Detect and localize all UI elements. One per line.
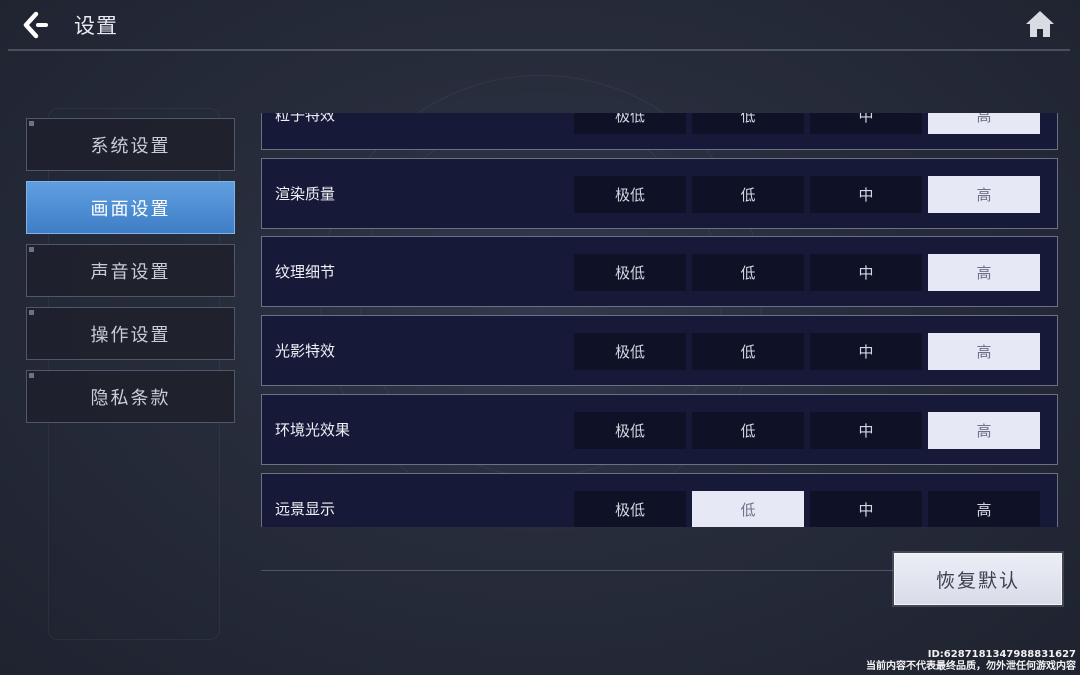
setting-row-particles: 粒子特效 极低 低 中 高 — [261, 113, 1058, 150]
back-arrow-icon — [23, 11, 48, 39]
option-high[interactable]: 高 — [928, 412, 1040, 449]
panel-divider — [261, 570, 893, 571]
home-icon — [1026, 11, 1054, 37]
sidebar-item-privacy[interactable]: 隐私条款 — [26, 370, 235, 423]
watermark-id: ID:6287181347988831627 — [927, 649, 1076, 660]
home-button[interactable] — [1024, 9, 1056, 39]
sidebar-item-label: 系统设置 — [90, 135, 171, 157]
sidebar-item-system[interactable]: 系统设置 — [26, 118, 235, 171]
header-divider — [8, 49, 1070, 51]
settings-list[interactable]: 粒子特效 极低 低 中 高 渲染质量 极低 低 中 高 纹理细节 极低 低 中 … — [261, 113, 1061, 527]
corner-mark — [29, 247, 34, 252]
option-high[interactable]: 高 — [928, 113, 1040, 134]
setting-row-lighting-effects: 光影特效 极低 低 中 高 — [261, 315, 1058, 386]
sidebar-item-sound[interactable]: 声音设置 — [26, 244, 235, 297]
option-high[interactable]: 高 — [928, 491, 1040, 527]
option-high[interactable]: 高 — [928, 176, 1040, 213]
corner-mark — [29, 373, 34, 378]
reset-default-button[interactable]: 恢复默认 — [894, 553, 1062, 605]
sidebar-item-label: 画面设置 — [90, 198, 171, 220]
option-low[interactable]: 低 — [692, 176, 804, 213]
setting-label: 光影特效 — [275, 342, 336, 360]
page-title: 设置 — [74, 14, 118, 38]
option-low[interactable]: 低 — [692, 254, 804, 291]
setting-label: 远景显示 — [275, 500, 336, 518]
option-very-low[interactable]: 极低 — [574, 176, 686, 213]
option-medium[interactable]: 中 — [810, 491, 922, 527]
setting-label: 粒子特效 — [275, 113, 336, 124]
option-very-low[interactable]: 极低 — [574, 113, 686, 134]
sidebar-item-display[interactable]: 画面设置 — [26, 181, 235, 234]
corner-mark — [29, 310, 34, 315]
setting-label: 纹理细节 — [275, 263, 336, 281]
option-medium[interactable]: 中 — [810, 412, 922, 449]
setting-label: 渲染质量 — [275, 185, 336, 203]
watermark: ID:6287181347988831627 当前内容不代表最终品质，勿外泄任何… — [866, 649, 1076, 673]
corner-mark — [29, 121, 34, 126]
sidebar-item-label: 声音设置 — [90, 261, 171, 283]
sidebar-item-label: 操作设置 — [90, 324, 171, 346]
setting-row-distant-view: 远景显示 极低 低 中 高 — [261, 473, 1058, 527]
option-low[interactable]: 低 — [692, 113, 804, 134]
watermark-notice: 当前内容不代表最终品质，勿外泄任何游戏内容 — [866, 661, 1076, 672]
option-high[interactable]: 高 — [928, 333, 1040, 370]
setting-row-ambient-light: 环境光效果 极低 低 中 高 — [261, 394, 1058, 465]
setting-label: 环境光效果 — [275, 421, 351, 439]
sidebar-item-controls[interactable]: 操作设置 — [26, 307, 235, 360]
option-high[interactable]: 高 — [928, 254, 1040, 291]
option-medium[interactable]: 中 — [810, 333, 922, 370]
option-very-low[interactable]: 极低 — [574, 333, 686, 370]
option-very-low[interactable]: 极低 — [574, 491, 686, 527]
header-bar: 设置 — [0, 0, 1080, 52]
option-low[interactable]: 低 — [692, 412, 804, 449]
setting-row-texture-detail: 纹理细节 极低 低 中 高 — [261, 236, 1058, 307]
option-medium[interactable]: 中 — [810, 113, 922, 134]
setting-row-render-quality: 渲染质量 极低 低 中 高 — [261, 158, 1058, 229]
option-low[interactable]: 低 — [692, 491, 804, 527]
option-very-low[interactable]: 极低 — [574, 412, 686, 449]
option-medium[interactable]: 中 — [810, 176, 922, 213]
sidebar-item-label: 隐私条款 — [90, 387, 171, 409]
option-very-low[interactable]: 极低 — [574, 254, 686, 291]
back-button[interactable] — [20, 8, 56, 42]
option-medium[interactable]: 中 — [810, 254, 922, 291]
option-low[interactable]: 低 — [692, 333, 804, 370]
